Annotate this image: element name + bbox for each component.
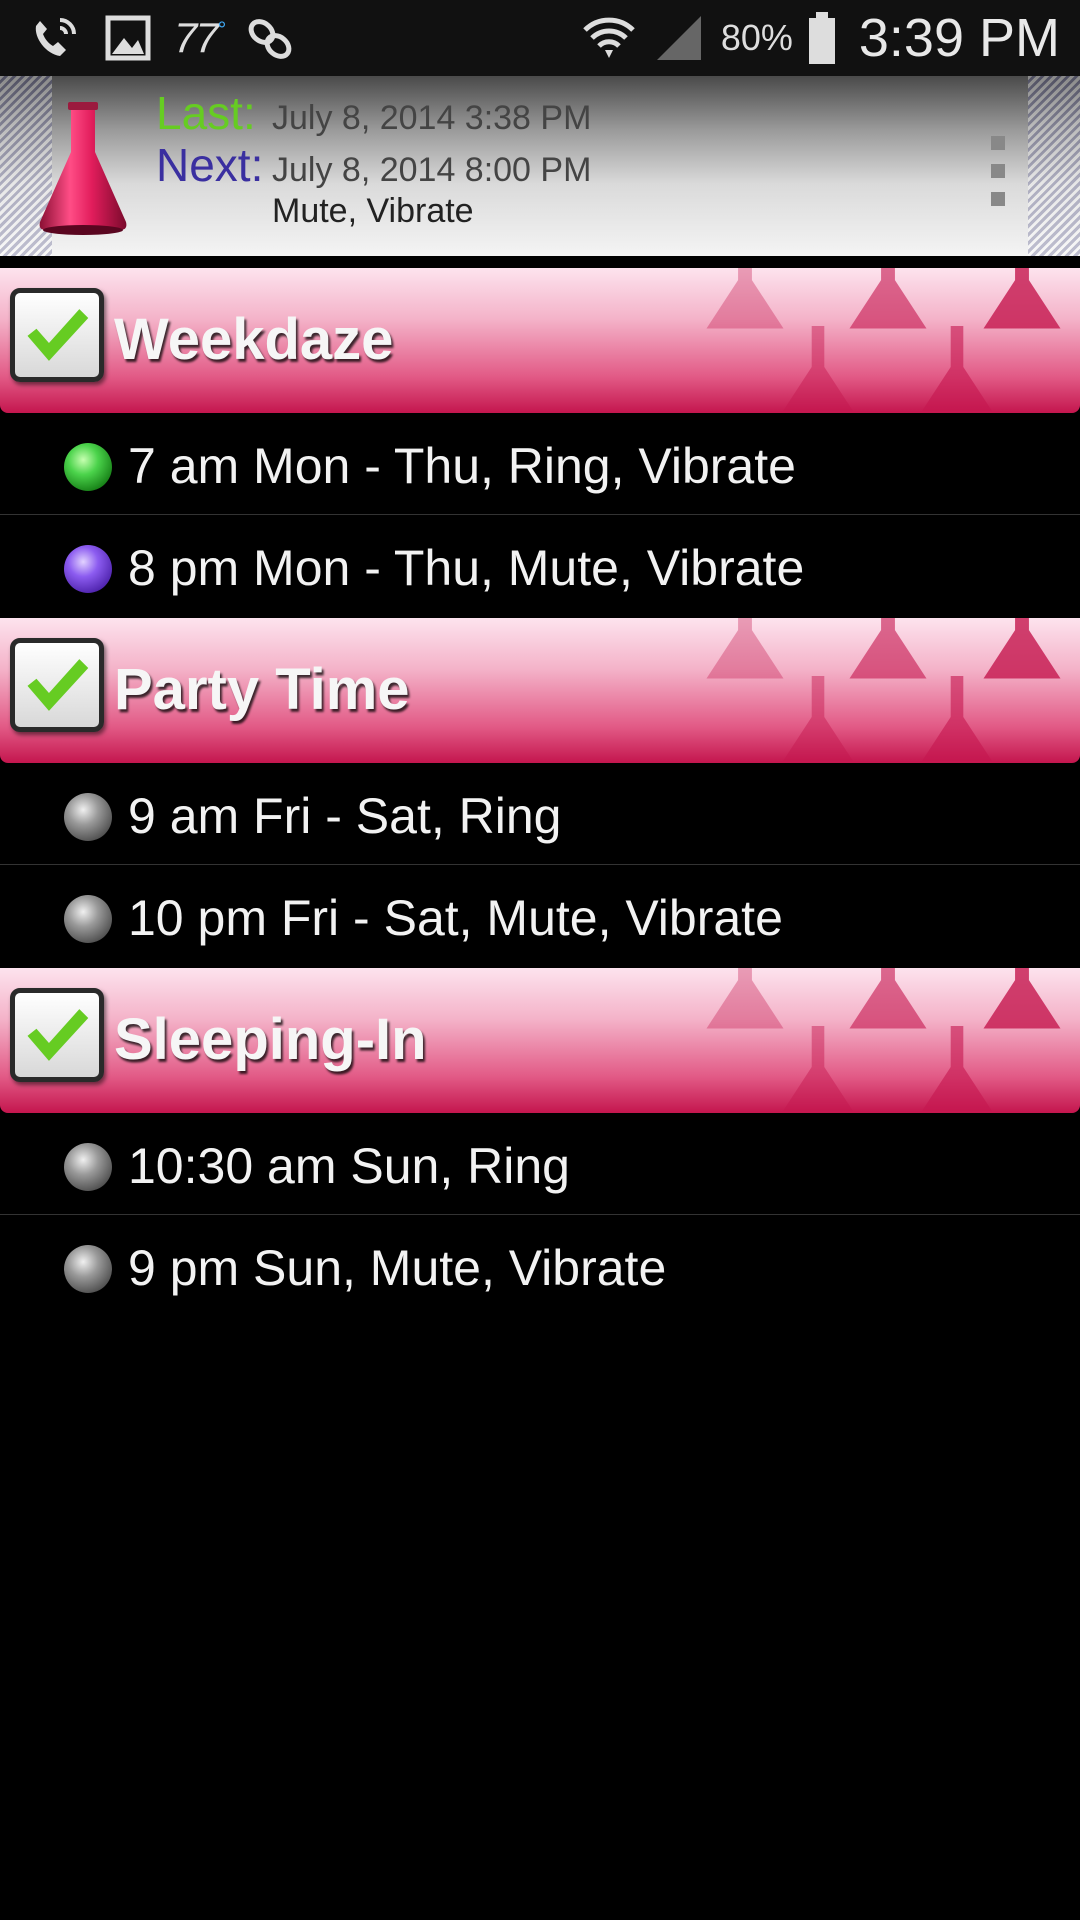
- schedule-summary-header: Last: July 8, 2014 3:38 PM Next: July 8,…: [0, 76, 1080, 262]
- flask-pattern-icon: [922, 676, 992, 761]
- checkmark-icon: [27, 1009, 89, 1061]
- group-title: Sleeping-In: [114, 1007, 427, 1072]
- last-run-row: Last: July 8, 2014 3:38 PM: [156, 86, 591, 140]
- overflow-dot: [991, 164, 1005, 178]
- event-status-inactive-icon: [64, 1143, 112, 1191]
- flask-pattern-icon: [849, 618, 927, 679]
- next-actions: Mute, Vibrate: [272, 192, 474, 230]
- status-bar: 77° 80% 3:39 PM: [0, 0, 1080, 76]
- group-title: Weekdaze: [114, 307, 394, 372]
- degree-symbol: °: [216, 17, 226, 42]
- event-text: 7 am Mon - Thu, Ring, Vibrate: [128, 438, 796, 494]
- weather-icon: 77°: [174, 14, 226, 62]
- checkmark-icon: [27, 659, 89, 711]
- overflow-dot: [991, 192, 1005, 206]
- event-row[interactable]: 8 pm Mon - Thu, Mute, Vibrate: [0, 515, 1080, 617]
- next-run-row: Next: July 8, 2014 8:00 PM: [156, 138, 591, 192]
- status-bar-notifications: 77°: [26, 10, 298, 66]
- flask-pattern-icon: [706, 618, 784, 679]
- group-enable-checkbox[interactable]: [10, 988, 104, 1082]
- event-status-inactive-icon: [64, 793, 112, 841]
- flask-pattern-icon: [983, 968, 1061, 1029]
- flask-pattern-icon: [783, 676, 853, 761]
- event-text: 10 pm Fri - Sat, Mute, Vibrate: [128, 890, 783, 946]
- header-decoration-right: [1028, 76, 1080, 256]
- group-header-party-time[interactable]: Party Time: [0, 618, 1080, 763]
- flask-pattern-icon: [849, 268, 927, 329]
- link-icon: [248, 19, 291, 59]
- next-value: July 8, 2014 8:00 PM: [272, 151, 592, 189]
- event-status-next-icon: [64, 545, 112, 593]
- flask-pattern-icon: [922, 1026, 992, 1111]
- overflow-menu-icon[interactable]: [986, 136, 1010, 206]
- flask-pattern-icon: [783, 1026, 853, 1111]
- wifi-calling-icon: [35, 18, 76, 56]
- battery-percent: 80%: [720, 17, 793, 58]
- status-clock: 3:39 PM: [858, 8, 1060, 68]
- event-status-active-icon: [64, 443, 112, 491]
- last-label: Last:: [156, 87, 256, 139]
- group-enable-checkbox[interactable]: [10, 288, 104, 382]
- event-text: 9 pm Sun, Mute, Vibrate: [128, 1240, 667, 1296]
- wifi-icon: [583, 17, 635, 58]
- flask-pattern-icon: [849, 968, 927, 1029]
- group-title: Party Time: [114, 657, 410, 722]
- flask-pattern-icon: [983, 618, 1061, 679]
- event-row[interactable]: 9 pm Sun, Mute, Vibrate: [0, 1215, 1080, 1317]
- event-text: 10:30 am Sun, Ring: [128, 1138, 570, 1194]
- signal-icon: [656, 16, 701, 60]
- next-label: Next:: [156, 139, 264, 191]
- gallery-icon: [105, 15, 151, 61]
- status-bar-system: 80% 3:39 PM: [581, 6, 1060, 70]
- battery-icon: [808, 12, 835, 64]
- temperature-value: 77: [174, 14, 219, 61]
- event-text: 8 pm Mon - Thu, Mute, Vibrate: [128, 540, 805, 596]
- event-row[interactable]: 7 am Mon - Thu, Ring, Vibrate: [0, 413, 1080, 515]
- flask-pattern-icon: [783, 326, 853, 411]
- overflow-dot: [991, 136, 1005, 150]
- group-header-sleeping-in[interactable]: Sleeping-In: [0, 968, 1080, 1113]
- flask-pattern-icon: [922, 326, 992, 411]
- flask-pattern-icon: [706, 268, 784, 329]
- group-enable-checkbox[interactable]: [10, 638, 104, 732]
- last-value: July 8, 2014 3:38 PM: [272, 99, 592, 137]
- event-status-inactive-icon: [64, 1245, 112, 1293]
- flask-icon: [39, 102, 127, 235]
- group-header-weekdaze[interactable]: Weekdaze: [0, 268, 1080, 413]
- event-row[interactable]: 9 am Fri - Sat, Ring: [0, 763, 1080, 865]
- event-status-inactive-icon: [64, 895, 112, 943]
- event-row[interactable]: 10 pm Fri - Sat, Mute, Vibrate: [0, 865, 1080, 967]
- checkmark-icon: [27, 309, 89, 361]
- event-text: 9 am Fri - Sat, Ring: [128, 788, 562, 844]
- event-row[interactable]: 10:30 am Sun, Ring: [0, 1113, 1080, 1215]
- flask-pattern-icon: [983, 268, 1061, 329]
- flask-pattern-icon: [706, 968, 784, 1029]
